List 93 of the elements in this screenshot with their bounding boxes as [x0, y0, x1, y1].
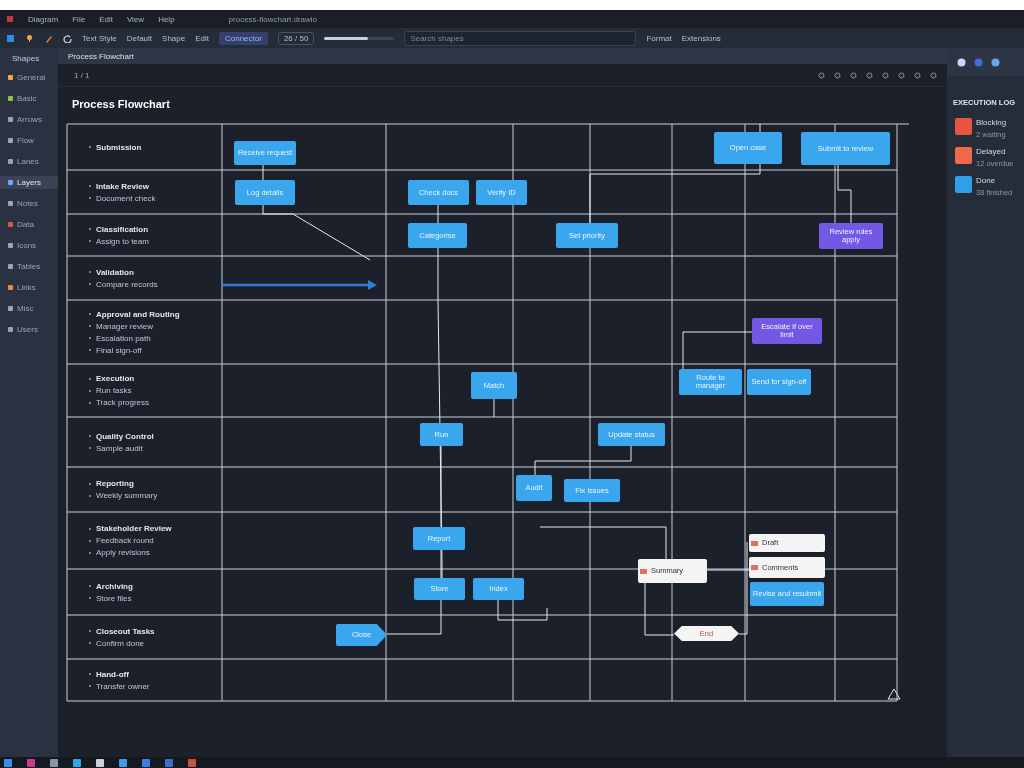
shape-icon [8, 222, 13, 227]
shape-icon [8, 327, 13, 332]
app-icon[interactable] [96, 758, 104, 767]
toolbar-button[interactable]: Extensions [681, 33, 721, 43]
toolbar-button[interactable]: Edit [195, 33, 209, 43]
menu-item[interactable]: Edit [99, 14, 113, 24]
lane-step: Sample audit [89, 443, 222, 453]
toolbar-button[interactable]: Default [126, 33, 153, 43]
menu-item[interactable]: File [72, 14, 86, 24]
lane-step: Document check [89, 193, 222, 203]
lane-title: Reporting [89, 479, 222, 488]
shape-icon [8, 243, 13, 248]
connector-line [497, 599, 548, 621]
app-icon[interactable] [73, 758, 81, 767]
sidebar-item[interactable]: Misc [0, 302, 58, 315]
page-indicator: 1 / 1 [74, 70, 90, 80]
page-counter: 26 / 50 [277, 31, 315, 45]
diagram-title: Process Flowchart [72, 98, 170, 110]
lane-title: Validation [89, 267, 222, 277]
lane-title: Submission [89, 142, 222, 152]
lane-step: Weekly summary [89, 491, 222, 500]
lane-step: Apply revisions [89, 548, 222, 557]
connector-mode-button[interactable]: Connector [219, 31, 268, 45]
sidebar-item[interactable]: Basic [0, 92, 58, 105]
shape-icon [8, 75, 13, 80]
connector-line [493, 398, 495, 418]
refresh-icon[interactable] [63, 33, 72, 43]
connector-line [437, 204, 439, 224]
lane-step: Assign to team [89, 236, 222, 246]
lane-title: Classification [89, 224, 222, 234]
sidebar-item[interactable]: Tables [0, 260, 58, 273]
toolbar-button[interactable]: Shape [162, 33, 186, 43]
sidebar-item[interactable]: Icons [0, 239, 58, 252]
connector-line [644, 582, 675, 636]
sidebar-item[interactable]: Lanes [0, 155, 58, 168]
sidebar-item[interactable]: Flow [0, 134, 58, 147]
shape-icon [8, 117, 13, 122]
zoom-slider[interactable] [324, 36, 368, 40]
sidebar-item[interactable]: Data [0, 218, 58, 231]
triangle-icon [887, 688, 901, 700]
sidebar-item[interactable]: Notes [0, 197, 58, 210]
lane-step: Transfer owner [89, 681, 222, 691]
lane-step: Track progress [89, 398, 222, 407]
shape-icon [8, 201, 13, 206]
lane-step: Feedback round [89, 536, 222, 545]
shape-icon [8, 306, 13, 311]
pin-icon[interactable] [25, 33, 34, 43]
lane-step: Store files [89, 593, 222, 603]
sidebar-item[interactable]: General [0, 71, 58, 84]
connector-line [386, 599, 442, 635]
connector-line [682, 331, 753, 370]
lane-title: Execution [89, 374, 222, 383]
connector-line [837, 164, 852, 224]
lane-title: Hand-off [89, 669, 222, 679]
document-title: process-flowchart.drawio [228, 14, 318, 24]
lane-title: Archiving [89, 581, 222, 591]
square-icon[interactable] [6, 33, 15, 43]
lane-title: Quality Control [89, 431, 222, 441]
toolbar-button[interactable]: Format [646, 33, 672, 43]
shape-icon [8, 159, 13, 164]
shape-icon [8, 138, 13, 143]
lane-step: Confirm done [89, 638, 222, 648]
sidebar-item[interactable]: Users [0, 323, 58, 336]
pencil-icon[interactable] [44, 33, 53, 43]
sidebar-item[interactable]: Links [0, 281, 58, 294]
document-tab[interactable]: Process Flowchart [62, 49, 140, 63]
lane-step: Manager review [89, 321, 222, 331]
shape-icon [8, 180, 13, 185]
search-field[interactable]: Search shapes [404, 30, 637, 46]
shape-icon [8, 285, 13, 290]
sidebar-item[interactable]: Arrows [0, 113, 58, 126]
lane-step: Compare records [89, 279, 222, 289]
menu-item[interactable]: Help [158, 14, 175, 24]
lane-title: Closeout Tasks [89, 626, 222, 636]
lane-title: Stakeholder Review [89, 524, 222, 533]
menu-item[interactable]: Diagram [28, 14, 59, 24]
lane-title: Intake Review [89, 181, 222, 191]
sidebar-item[interactable]: Layers [0, 176, 58, 189]
app-icon [6, 15, 14, 23]
shape-icon [8, 264, 13, 269]
menu-item[interactable]: View [126, 14, 145, 24]
lane-title: Approval and Routing [89, 309, 222, 319]
app-icon[interactable] [50, 758, 58, 767]
sidebar-title: Shapes [11, 54, 41, 63]
lane-step: Final sign-off [89, 345, 222, 355]
connector-line [262, 164, 264, 181]
log-title: Blocking [976, 118, 1007, 127]
log-title: Done [976, 176, 997, 185]
shape-icon [8, 96, 13, 101]
lane-step: Run tasks [89, 386, 222, 395]
lane-step: Escalation path [89, 333, 222, 343]
log-title: Delayed [976, 147, 1007, 156]
toolbar-button[interactable]: Text Style [82, 33, 117, 43]
